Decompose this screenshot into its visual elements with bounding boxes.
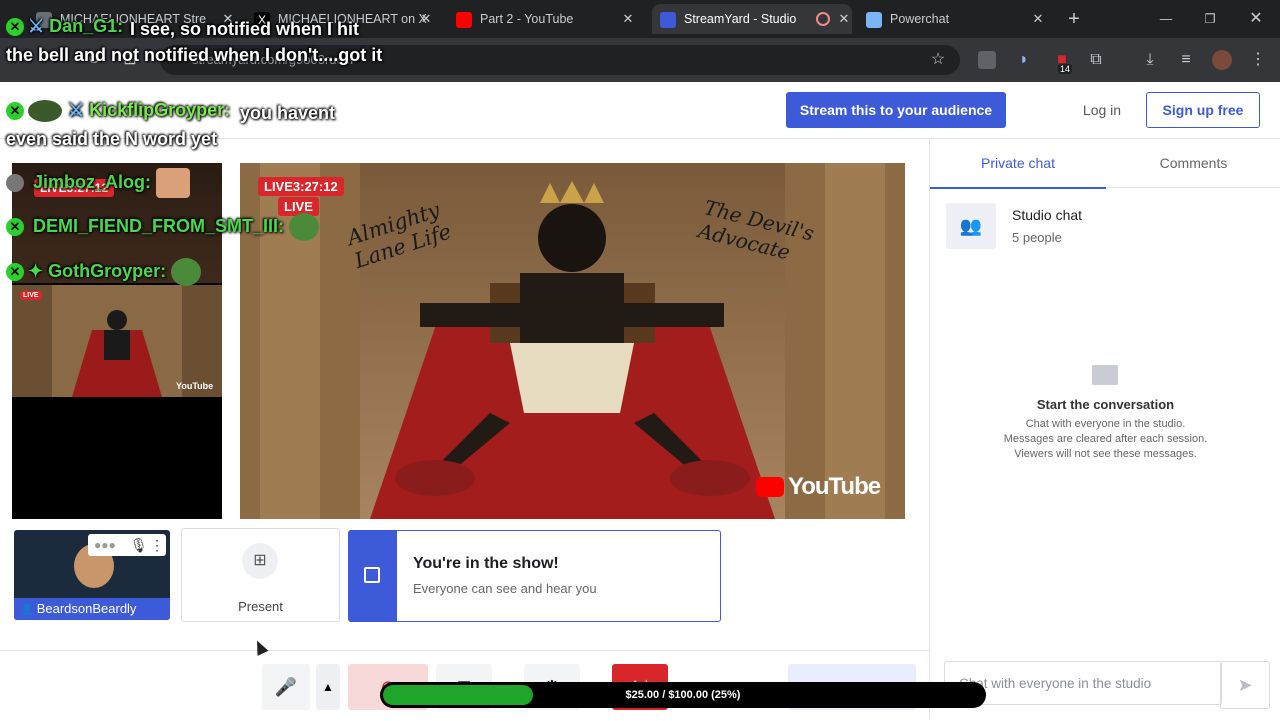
close-icon[interactable]: ✕: [1030, 4, 1046, 34]
maximize-icon[interactable]: ❐: [1200, 4, 1220, 34]
show-card-title: You're in the show!: [413, 555, 559, 572]
kebab-menu-icon[interactable]: ⋮: [150, 534, 164, 556]
empty-chat-title: Start the conversation: [1036, 397, 1175, 412]
microphone-button[interactable]: 🎤: [262, 664, 310, 710]
studio-chat-count: 5 people: [1012, 230, 1062, 245]
emote-icon: [156, 168, 191, 198]
send-icon[interactable]: ➤: [1220, 661, 1270, 709]
chevron-up-icon[interactable]: ▲: [316, 664, 340, 710]
live-badge: LIVE3:27:12: [258, 177, 344, 196]
participant-name-tag: 👤 BeardsonBeardly: [14, 598, 170, 620]
audio-extension-icon[interactable]: ◗: [1014, 50, 1034, 70]
stream-to-audience-button[interactable]: Stream this to your audience: [786, 92, 1006, 128]
present-label: Present: [238, 599, 283, 614]
tab-private-chat[interactable]: Private chat: [930, 139, 1106, 189]
empty-line: Messages are cleared after each session.: [1003, 433, 1208, 445]
browser-tab[interactable]: Powerchat ✕: [866, 4, 1046, 34]
avatar: [6, 174, 24, 192]
empty-line: Viewers will not see these messages.: [1014, 448, 1197, 460]
participant-name: BeardsonBeardly: [36, 601, 137, 616]
youtube-logo: YouTube: [788, 473, 881, 500]
overlay-chat-message: Jimboz_Alog:: [6, 168, 191, 198]
empty-chat-description: Chat with everyone in the studio. Messag…: [930, 417, 1280, 462]
show-card-accent: [349, 531, 397, 621]
tile-toolbar: ●●● 🎙 ⋮: [88, 534, 166, 556]
present-tile[interactable]: ⊞ Present: [181, 528, 340, 622]
main-video: LIVE3:27:12 LIVE Almighty Lane Life The …: [240, 163, 905, 519]
menu-kebab-icon[interactable]: ⋮: [1248, 50, 1268, 70]
youtube-logo: YouTube: [176, 381, 214, 391]
verified-x-icon: ✕: [6, 263, 24, 281]
media-control-icon[interactable]: ≡: [1176, 50, 1196, 70]
donation-progress-text: $25.00 / $100.00 (25%): [625, 689, 741, 701]
login-button[interactable]: Log in: [1068, 92, 1136, 128]
chat-username: DEMI_FIEND_FROM_SMT_III:: [33, 215, 285, 236]
signup-button[interactable]: Sign up free: [1146, 92, 1260, 128]
overlay-chat-body: I see, so notified when I hit the bell a…: [6, 19, 383, 65]
browser-tab[interactable]: Part 2 - YouTube ✕: [456, 4, 636, 34]
new-tab-icon[interactable]: +: [1064, 4, 1084, 34]
side-video-thumbnail: LIVE YouTube: [12, 285, 222, 397]
empty-line: Chat with everyone in the studio.: [1025, 418, 1186, 430]
chat-bubble-icon: [1092, 365, 1118, 385]
person-icon: 👤: [20, 604, 34, 616]
tab-title: Powerchat: [890, 12, 950, 26]
studio-chat-title: Studio chat: [1012, 207, 1083, 223]
thumb-live-badge: LIVE: [20, 291, 42, 300]
donation-progress-bar: $25.00 / $100.00 (25%): [380, 682, 986, 708]
camera-tile[interactable]: ●●● 🎙 ⋮ 👤 BeardsonBeardly: [14, 530, 170, 620]
person-card-icon: [364, 567, 380, 583]
verified-x-icon: ✕: [6, 218, 24, 236]
chat-panel: Private chat Comments 👥 Studio chat 5 pe…: [929, 139, 1280, 720]
minimize-icon[interactable]: —: [1156, 4, 1176, 34]
close-icon[interactable]: ✕: [418, 4, 434, 34]
chat-username: GothGroyper:: [48, 260, 167, 281]
in-show-card: You're in the show! Everyone can see and…: [348, 530, 721, 622]
bookmark-star-icon[interactable]: ☆: [928, 50, 948, 70]
overlay-chat-body: you havent even said the N word yet: [6, 103, 336, 149]
people-group-icon: 👥: [946, 203, 996, 249]
tab-title: StreamYard - Studio: [684, 12, 797, 26]
window-close-icon[interactable]: ✕: [1246, 4, 1266, 34]
youtube-play-icon: [756, 477, 784, 497]
extension-badge-count: 14: [1058, 64, 1073, 74]
recording-icon: [816, 12, 830, 26]
overlay-chat-message: ✕ DEMI_FIEND_FROM_SMT_III:: [6, 213, 320, 241]
diamond-icon: ✦: [28, 260, 44, 281]
pepe-emote-icon: [171, 258, 202, 286]
pepe-emote-icon: [289, 213, 320, 241]
close-icon[interactable]: ✕: [620, 4, 636, 34]
throne-artwork-image: [240, 163, 905, 519]
close-icon[interactable]: ✕: [836, 4, 852, 34]
browser-tab-active[interactable]: StreamYard - Studio ✕: [652, 4, 852, 34]
download-icon[interactable]: ⤓: [1140, 50, 1160, 70]
microphone-icon[interactable]: 🎙: [130, 534, 148, 556]
tab-comments[interactable]: Comments: [1106, 139, 1280, 188]
present-screen-icon: ⊞: [242, 543, 278, 579]
profile-avatar[interactable]: [1212, 50, 1232, 70]
extension-icon[interactable]: [978, 51, 996, 69]
more-dots-icon[interactable]: ●●●: [94, 534, 116, 556]
youtube-favicon-icon: [456, 11, 472, 28]
chat-username: Jimboz_Alog:: [33, 171, 152, 192]
overlay-chat-message: ✕ ✦ GothGroyper:: [6, 258, 202, 286]
tab-title: Part 2 - YouTube: [480, 12, 574, 26]
extensions-puzzle-icon[interactable]: ⧉: [1086, 50, 1106, 70]
show-card-subtitle: Everyone can see and hear you: [413, 581, 597, 596]
streamyard-favicon-icon: [660, 11, 676, 28]
powerchat-favicon-icon: [866, 11, 882, 28]
